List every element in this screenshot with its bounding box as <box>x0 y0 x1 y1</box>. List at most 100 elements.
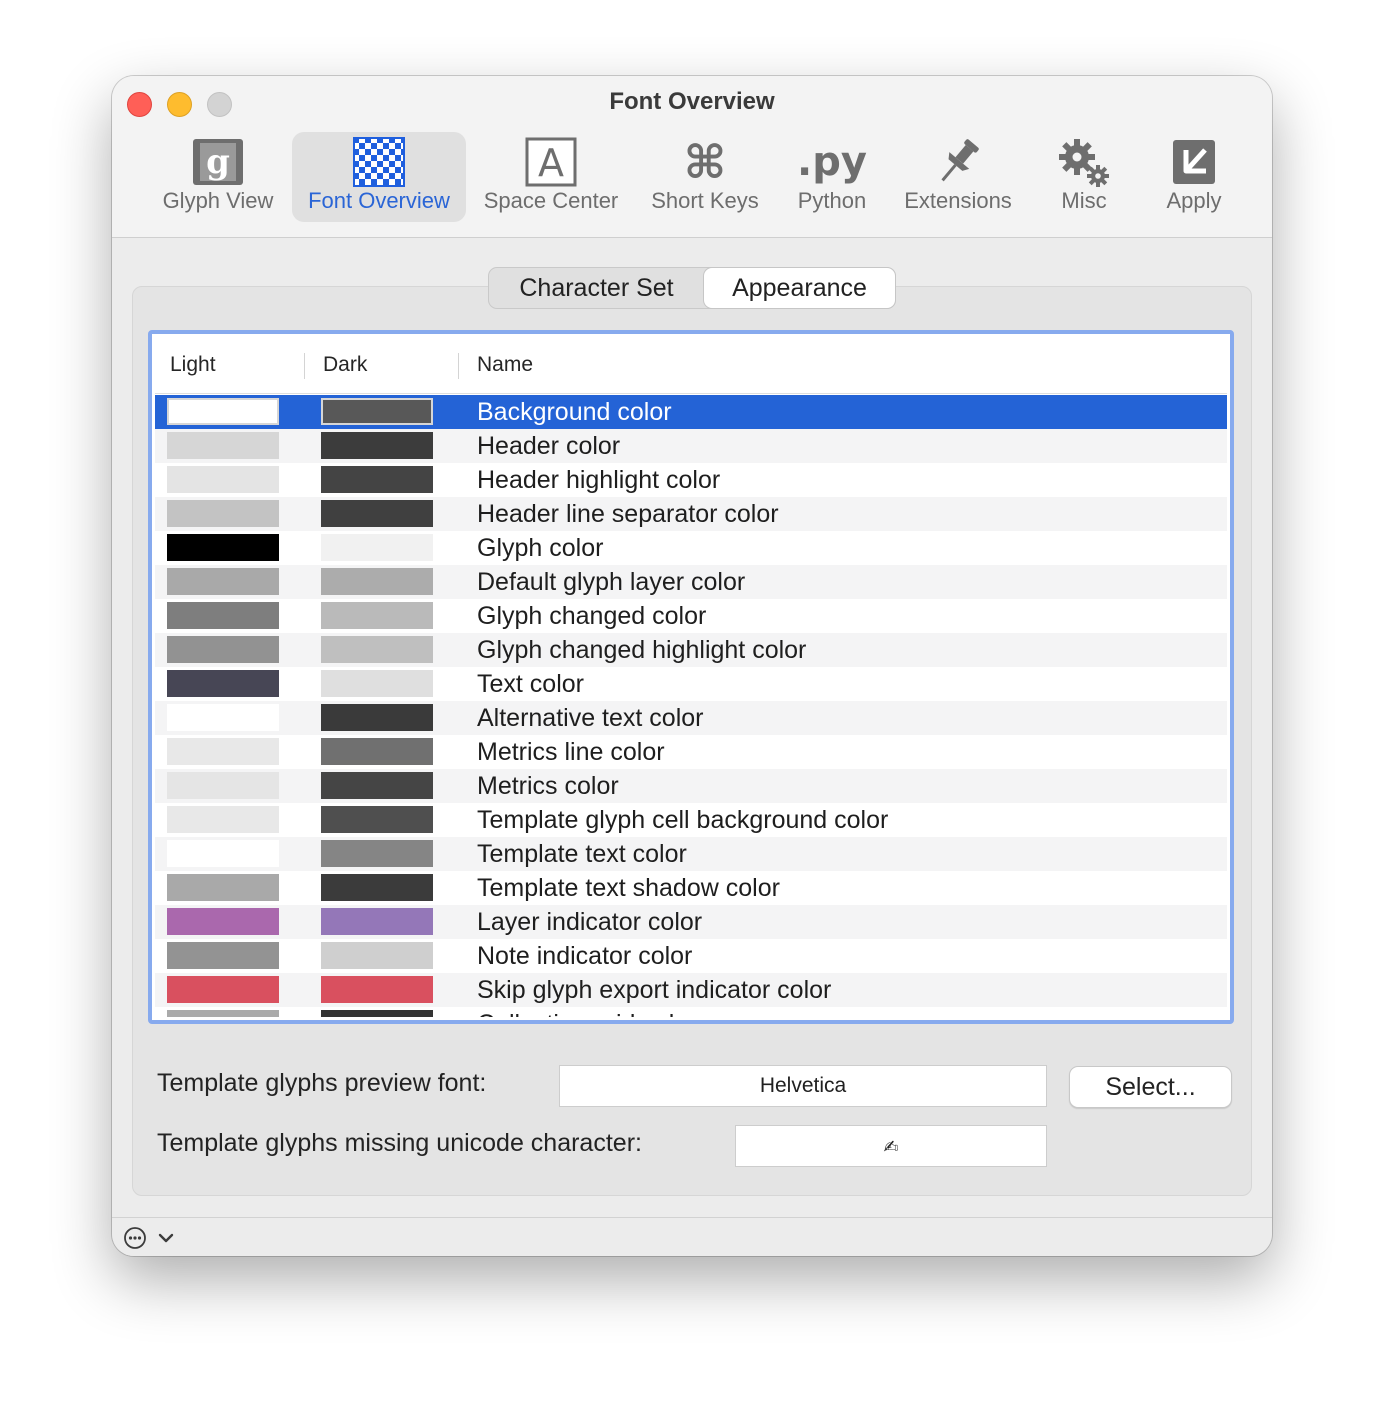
command-key-icon: ⌘ <box>683 135 727 189</box>
dark-color-swatch[interactable] <box>321 738 433 765</box>
color-name: Template text shadow color <box>477 874 780 902</box>
dark-color-swatch[interactable] <box>321 568 433 595</box>
dark-color-swatch[interactable] <box>321 432 433 459</box>
column-header-light[interactable]: Light <box>170 337 216 393</box>
toolbar-item-misc[interactable]: Misc <box>1038 132 1130 222</box>
light-color-swatch[interactable] <box>167 534 279 561</box>
dark-color-swatch[interactable] <box>321 840 433 867</box>
toolbar-item-apply[interactable]: Apply <box>1148 132 1240 222</box>
light-color-swatch[interactable] <box>167 432 279 459</box>
tab-segmented-control: Character Set Appearance <box>488 267 896 309</box>
gears-icon <box>1059 139 1109 187</box>
toolbar-item-space-center[interactable]: A Space Center <box>476 132 626 222</box>
table-row[interactable]: Glyph changed color <box>155 599 1227 633</box>
window-title: Font Overview <box>609 88 775 115</box>
table-row[interactable]: Glyph color <box>155 531 1227 565</box>
table-row[interactable]: Header color <box>155 429 1227 463</box>
more-icon[interactable] <box>123 1226 147 1250</box>
dark-color-swatch[interactable] <box>321 704 433 731</box>
dark-color-swatch[interactable] <box>321 602 433 629</box>
python-icon: .py <box>797 139 867 185</box>
table-row[interactable]: Layer indicator color <box>155 905 1227 939</box>
tab-appearance[interactable]: Appearance <box>704 268 895 308</box>
dark-color-swatch[interactable] <box>321 772 433 799</box>
color-name: Template glyph cell background color <box>477 806 889 834</box>
light-color-swatch[interactable] <box>167 806 279 833</box>
table-header: Light Dark Name <box>155 337 1227 394</box>
color-name: Glyph changed highlight color <box>477 636 807 664</box>
color-name: Header highlight color <box>477 466 721 494</box>
light-color-swatch[interactable] <box>167 738 279 765</box>
dark-color-swatch[interactable] <box>321 976 433 1003</box>
light-color-swatch[interactable] <box>167 976 279 1003</box>
tab-character-set[interactable]: Character Set <box>489 268 704 308</box>
light-color-swatch[interactable] <box>167 1010 279 1017</box>
table-row[interactable]: Template text color <box>155 837 1227 871</box>
dark-color-swatch[interactable] <box>321 670 433 697</box>
table-row[interactable]: Default glyph layer color <box>155 565 1227 599</box>
light-color-swatch[interactable] <box>167 398 279 425</box>
light-color-swatch[interactable] <box>167 568 279 595</box>
light-color-swatch[interactable] <box>167 874 279 901</box>
color-name: Note indicator color <box>477 942 693 970</box>
toolbar-item-short-keys[interactable]: ⌘ Short Keys <box>640 132 770 222</box>
dark-color-swatch[interactable] <box>321 1010 433 1017</box>
glyph-view-icon: g <box>193 139 243 185</box>
dark-color-swatch[interactable] <box>321 806 433 833</box>
font-overview-icon <box>353 137 405 187</box>
column-separator <box>304 353 305 379</box>
toolbar-item-font-overview[interactable]: Font Overview <box>292 132 466 222</box>
light-color-swatch[interactable] <box>167 840 279 867</box>
column-separator <box>458 353 459 379</box>
dark-color-swatch[interactable] <box>321 908 433 935</box>
dark-color-swatch[interactable] <box>321 636 433 663</box>
toolbar-item-glyph-view[interactable]: g Glyph View <box>154 132 282 222</box>
missing-char-field[interactable]: ✍ <box>735 1125 1047 1167</box>
table-row[interactable]: Template text shadow color <box>155 871 1227 905</box>
toolbar-label: Space Center <box>483 188 619 213</box>
column-header-dark[interactable]: Dark <box>323 337 367 393</box>
space-center-icon: A <box>525 137 577 187</box>
light-color-swatch[interactable] <box>167 466 279 493</box>
light-color-swatch[interactable] <box>167 500 279 527</box>
dark-color-swatch[interactable] <box>321 534 433 561</box>
pushpin-icon <box>941 139 979 182</box>
light-color-swatch[interactable] <box>167 908 279 935</box>
chevron-down-icon[interactable] <box>158 1232 174 1244</box>
light-color-swatch[interactable] <box>167 602 279 629</box>
table-row[interactable]: Note indicator color <box>155 939 1227 973</box>
toolbar-item-extensions[interactable]: Extensions <box>894 132 1022 222</box>
preview-font-field[interactable]: Helvetica <box>559 1065 1047 1107</box>
table-row[interactable]: Text color <box>155 667 1227 701</box>
column-header-name[interactable]: Name <box>477 337 533 393</box>
select-font-button[interactable]: Select... <box>1069 1066 1232 1108</box>
light-color-swatch[interactable] <box>167 942 279 969</box>
light-color-swatch[interactable] <box>167 636 279 663</box>
dark-color-swatch[interactable] <box>321 874 433 901</box>
light-color-swatch[interactable] <box>167 772 279 799</box>
table-row[interactable]: Template glyph cell background color <box>155 803 1227 837</box>
dark-color-swatch[interactable] <box>321 466 433 493</box>
preferences-window: Font Overview g Glyph View Font Overview… <box>112 76 1272 1256</box>
toolbar-label: Short Keys <box>651 188 759 213</box>
toolbar-label: Misc <box>1061 188 1107 213</box>
toolbar-label: Glyph View <box>162 188 274 213</box>
dark-color-swatch[interactable] <box>321 500 433 527</box>
table-row[interactable]: Header line separator color <box>155 497 1227 531</box>
dark-color-swatch[interactable] <box>321 398 433 425</box>
table-row[interactable]: Metrics line color <box>155 735 1227 769</box>
table-row[interactable]: Collection grid color <box>155 1007 1227 1017</box>
color-name: Layer indicator color <box>477 908 703 936</box>
toolbar-label: Font Overview <box>308 188 450 213</box>
table-row[interactable]: Glyph changed highlight color <box>155 633 1227 667</box>
color-name: Metrics line color <box>477 738 665 766</box>
table-row[interactable]: Metrics color <box>155 769 1227 803</box>
table-row[interactable]: Skip glyph export indicator color <box>155 973 1227 1007</box>
dark-color-swatch[interactable] <box>321 942 433 969</box>
table-row[interactable]: Header highlight color <box>155 463 1227 497</box>
toolbar-item-python[interactable]: .py Python <box>780 132 884 222</box>
table-row[interactable]: Background color <box>155 395 1227 429</box>
light-color-swatch[interactable] <box>167 670 279 697</box>
table-row[interactable]: Alternative text color <box>155 701 1227 735</box>
light-color-swatch[interactable] <box>167 704 279 731</box>
